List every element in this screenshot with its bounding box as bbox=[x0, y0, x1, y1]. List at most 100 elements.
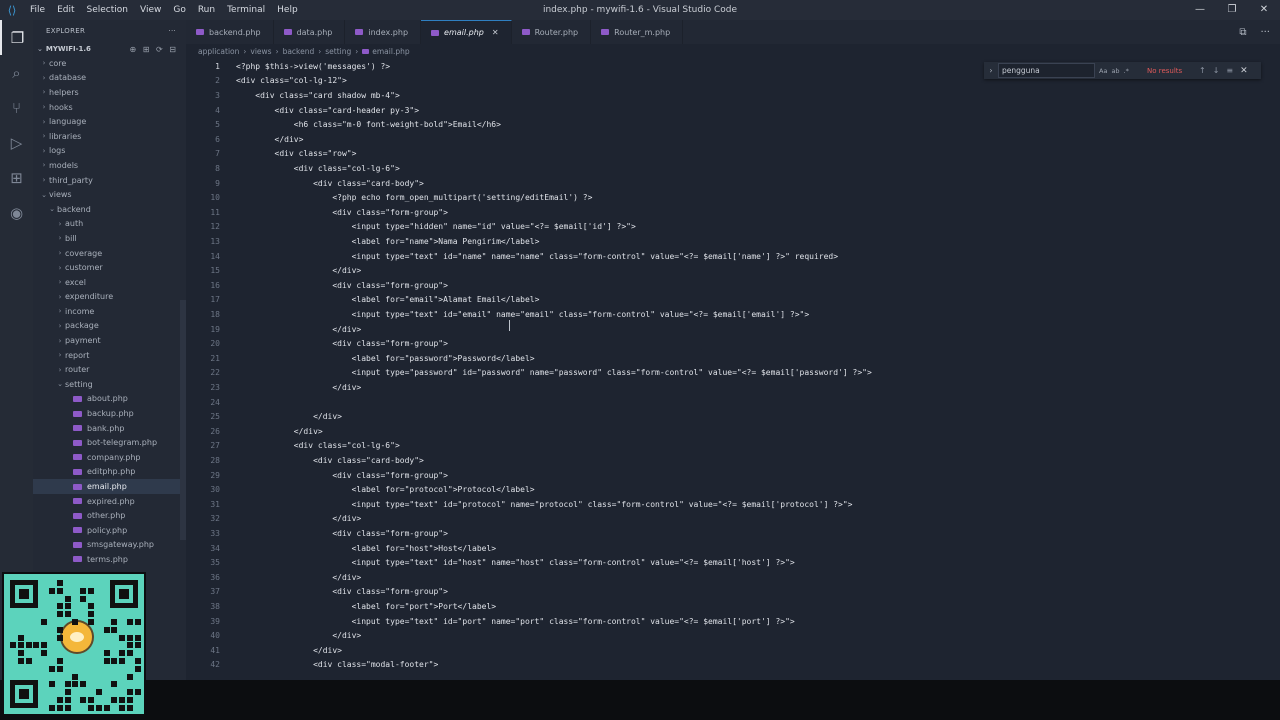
menu-help[interactable]: Help bbox=[271, 5, 304, 15]
tree-folder[interactable]: › libraries bbox=[33, 129, 186, 144]
root-folder[interactable]: ⌄ MYWIFI-1.6 ⊕ ⊞ ⟳ ⊟ bbox=[33, 42, 186, 56]
tree-folder[interactable]: › income bbox=[33, 304, 186, 319]
match-case-icon[interactable]: Aa bbox=[1099, 67, 1107, 75]
qr-module bbox=[95, 689, 102, 696]
tree-folder[interactable]: › helpers bbox=[33, 85, 186, 100]
tree-folder[interactable]: › bill bbox=[33, 231, 186, 246]
qr-finder bbox=[10, 680, 38, 708]
maximize-button[interactable]: ❐ bbox=[1216, 0, 1248, 20]
php-file-icon bbox=[73, 498, 82, 505]
tab-data-php[interactable]: data.php bbox=[274, 20, 346, 44]
php-file-icon bbox=[355, 29, 364, 35]
menu-run[interactable]: Run bbox=[192, 5, 221, 15]
code-line: 31 <input type="text" id="protocol" name… bbox=[186, 497, 852, 512]
breadcrumb-item[interactable]: setting bbox=[325, 47, 351, 56]
search-icon[interactable]: ⌕ bbox=[0, 55, 33, 90]
breadcrumb-item[interactable]: application bbox=[198, 47, 239, 56]
code-editor[interactable]: 1 <?php $this->view('messages') ?> 2 <div c… bbox=[186, 58, 1280, 680]
line-number: 7 bbox=[215, 149, 220, 159]
qr-module bbox=[17, 642, 24, 649]
tree-folder[interactable]: › core bbox=[33, 56, 186, 71]
tree-file[interactable]: email.php bbox=[33, 479, 186, 494]
code-text: <div class="card-header py-3"> bbox=[236, 105, 420, 115]
breadcrumb-item[interactable]: backend bbox=[283, 47, 315, 56]
tree-folder[interactable]: › router bbox=[33, 362, 186, 377]
tree-file[interactable]: terms.php bbox=[33, 552, 186, 567]
tree-folder[interactable]: › customer bbox=[33, 260, 186, 275]
tab-email-php[interactable]: email.php ✕ bbox=[421, 20, 512, 44]
tree-file[interactable]: backup.php bbox=[33, 406, 186, 421]
line-number: 15 bbox=[210, 266, 220, 276]
line-number: 20 bbox=[210, 339, 220, 349]
code-line: 14 <input type="text" id="name" name="na… bbox=[186, 249, 838, 264]
tree-file[interactable]: bot-telegram.php bbox=[33, 435, 186, 450]
close-tab-icon[interactable]: ✕ bbox=[492, 28, 499, 37]
explorer-actions[interactable]: ⊕ ⊞ ⟳ ⊟ bbox=[130, 45, 178, 54]
tree-file[interactable]: company.php bbox=[33, 450, 186, 465]
tree-folder[interactable]: › language bbox=[33, 114, 186, 129]
tree-folder[interactable]: › report bbox=[33, 348, 186, 363]
close-window-button[interactable]: ✕ bbox=[1248, 0, 1280, 20]
explorer-more-icon[interactable]: ··· bbox=[168, 27, 176, 35]
remote-icon[interactable]: ◉ bbox=[0, 195, 33, 230]
tree-folder[interactable]: › auth bbox=[33, 217, 186, 232]
previous-match-icon[interactable]: ↑ bbox=[1199, 66, 1206, 75]
tree-file[interactable]: bank.php bbox=[33, 421, 186, 436]
tree-folder[interactable]: › database bbox=[33, 71, 186, 86]
tab-backend-php[interactable]: backend.php bbox=[186, 20, 274, 44]
tree-file[interactable]: about.php bbox=[33, 392, 186, 407]
explorer-icon[interactable]: ❐ bbox=[0, 20, 33, 55]
tree-folder[interactable]: › third_party bbox=[33, 173, 186, 188]
menu-view[interactable]: View bbox=[134, 5, 167, 15]
tree-folder[interactable]: › payment bbox=[33, 333, 186, 348]
tree-folder[interactable]: ⌄ views bbox=[33, 187, 186, 202]
menu-edit[interactable]: Edit bbox=[51, 5, 80, 15]
line-number: 27 bbox=[210, 441, 220, 451]
menu-go[interactable]: Go bbox=[167, 5, 191, 15]
php-file-icon bbox=[521, 29, 530, 35]
menu-selection[interactable]: Selection bbox=[81, 5, 134, 15]
tab-index-php[interactable]: index.php bbox=[345, 20, 422, 44]
tree-folder[interactable]: ⌄ setting bbox=[33, 377, 186, 392]
code-line: 11 <div class="form-group"> bbox=[186, 205, 448, 220]
tab-router-php[interactable]: Router.php bbox=[512, 20, 592, 44]
breadcrumb-item[interactable]: views bbox=[250, 47, 271, 56]
tree-file[interactable]: smsgateway.php bbox=[33, 538, 186, 553]
menu-terminal[interactable]: Terminal bbox=[221, 5, 271, 15]
run-debug-icon[interactable]: ▷ bbox=[0, 125, 33, 160]
tree-item-label: expired.php bbox=[87, 496, 135, 506]
tree-folder[interactable]: › hooks bbox=[33, 100, 186, 115]
breadcrumb-file[interactable]: email.php bbox=[362, 47, 410, 56]
tree-folder[interactable]: ⌄ backend bbox=[33, 202, 186, 217]
minimize-button[interactable]: — bbox=[1184, 0, 1216, 20]
split-editor-icon[interactable]: ⧉ bbox=[1239, 27, 1246, 38]
find-in-selection-icon[interactable]: ≡ bbox=[1226, 66, 1233, 75]
toggle-replace-icon[interactable]: › bbox=[984, 66, 998, 75]
tree-folder[interactable]: › excel bbox=[33, 275, 186, 290]
close-find-icon[interactable]: ✕ bbox=[1240, 66, 1248, 76]
chevron-right-icon: › bbox=[58, 234, 62, 243]
tree-file[interactable]: editphp.php bbox=[33, 465, 186, 480]
tree-folder[interactable]: › expenditure bbox=[33, 290, 186, 305]
whole-word-icon[interactable]: ab bbox=[1111, 67, 1119, 75]
extensions-icon[interactable]: ⊞ bbox=[0, 160, 33, 195]
tree-folder[interactable]: › logs bbox=[33, 144, 186, 159]
menu-file[interactable]: File bbox=[24, 5, 51, 15]
tree-file[interactable]: expired.php bbox=[33, 494, 186, 509]
tree-folder[interactable]: › models bbox=[33, 158, 186, 173]
tree-folder[interactable]: › package bbox=[33, 319, 186, 334]
line-number: 3 bbox=[215, 90, 220, 100]
tab-router-m-php[interactable]: Router_m.php bbox=[591, 20, 684, 44]
tree-file[interactable]: other.php bbox=[33, 508, 186, 523]
tree-file[interactable]: policy.php bbox=[33, 523, 186, 538]
line-number: 6 bbox=[215, 134, 220, 144]
line-number: 23 bbox=[210, 382, 220, 392]
tree-item-label: setting bbox=[65, 379, 93, 389]
next-match-icon[interactable]: ↓ bbox=[1213, 66, 1220, 75]
source-control-icon[interactable]: ⑂ bbox=[0, 90, 33, 125]
tree-folder[interactable]: › coverage bbox=[33, 246, 186, 261]
chevron-right-icon: › bbox=[58, 321, 62, 330]
find-input[interactable]: pengguna bbox=[998, 63, 1095, 78]
more-actions-icon[interactable]: ··· bbox=[1260, 27, 1270, 38]
regex-icon[interactable]: .* bbox=[1124, 67, 1129, 75]
